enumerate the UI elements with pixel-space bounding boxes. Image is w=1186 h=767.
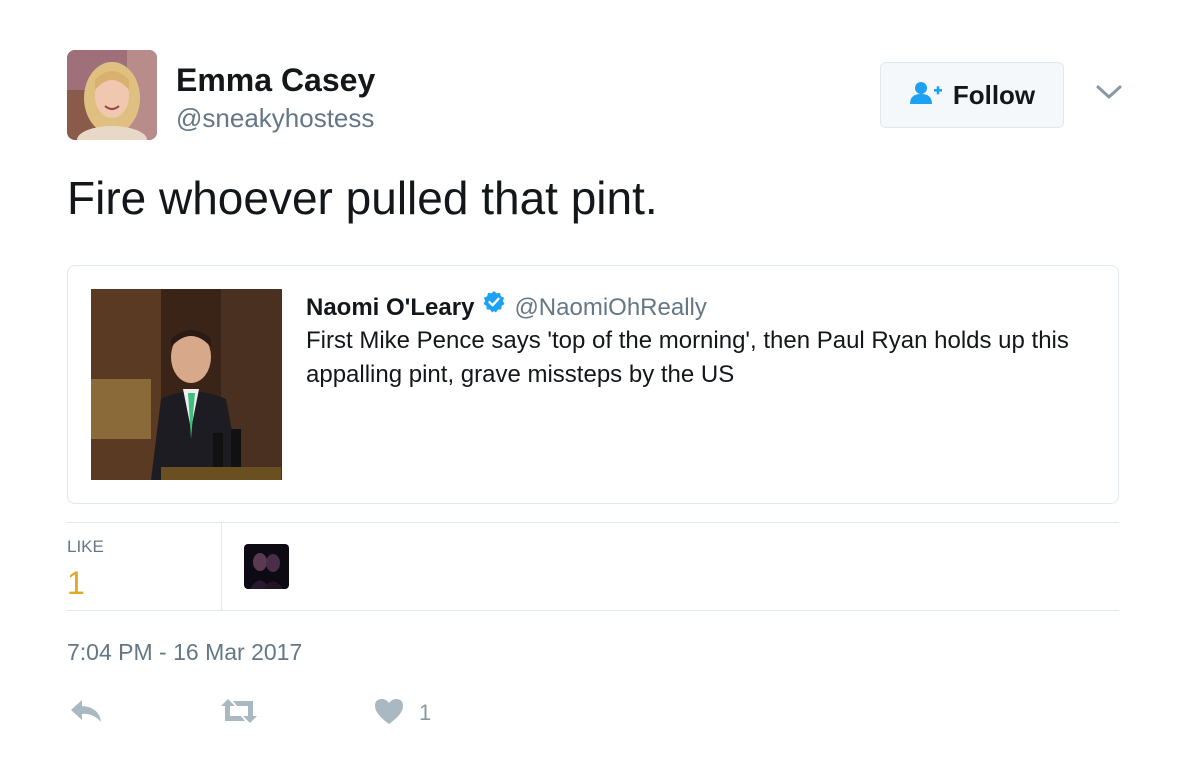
- like-button[interactable]: 1: [373, 695, 431, 731]
- like-stat[interactable]: LIKE 1: [67, 523, 222, 611]
- reply-button[interactable]: [69, 695, 103, 731]
- like-count: 1: [419, 700, 432, 725]
- quoted-author-name[interactable]: Naomi O'Leary: [306, 293, 474, 323]
- author-avatar[interactable]: [67, 50, 157, 140]
- verified-badge-icon: [482, 290, 506, 325]
- quoted-tweet-header: Naomi O'Leary @NaomiOhReally: [306, 290, 707, 325]
- quoted-tweet-text: First Mike Pence says 'top of the mornin…: [306, 327, 1069, 388]
- chevron-down-icon[interactable]: [1094, 80, 1124, 104]
- avatar-photo: [67, 50, 157, 140]
- heart-icon: [373, 697, 405, 730]
- like-stat-label: LIKE: [67, 537, 104, 556]
- speaker-photo: [91, 289, 282, 480]
- add-user-icon: [909, 80, 943, 111]
- tweet-stats: LIKE 1: [67, 522, 1119, 611]
- like-stat-count: 1: [67, 565, 85, 601]
- author-handle[interactable]: @sneakyhostess: [176, 103, 374, 133]
- quoted-author-handle[interactable]: @NaomiOhReally: [514, 293, 706, 323]
- tweet-timestamp[interactable]: 7:04 PM - 16 Mar 2017: [67, 638, 302, 666]
- retweet-icon: [219, 697, 259, 730]
- follow-button-label: Follow: [952, 79, 1036, 110]
- tweet-text: Fire whoever pulled that pint.: [67, 172, 658, 224]
- liker-avatar[interactable]: [244, 544, 289, 589]
- quoted-tweet-card[interactable]: Naomi O'Leary @NaomiOhReally First Mike …: [67, 265, 1119, 504]
- follow-button[interactable]: Follow: [880, 62, 1064, 128]
- author-display-name[interactable]: Emma Casey: [176, 62, 375, 98]
- reply-icon: [69, 697, 103, 730]
- liker-photo: [244, 544, 289, 589]
- quoted-tweet-media[interactable]: [91, 289, 282, 480]
- retweet-button[interactable]: [219, 695, 259, 731]
